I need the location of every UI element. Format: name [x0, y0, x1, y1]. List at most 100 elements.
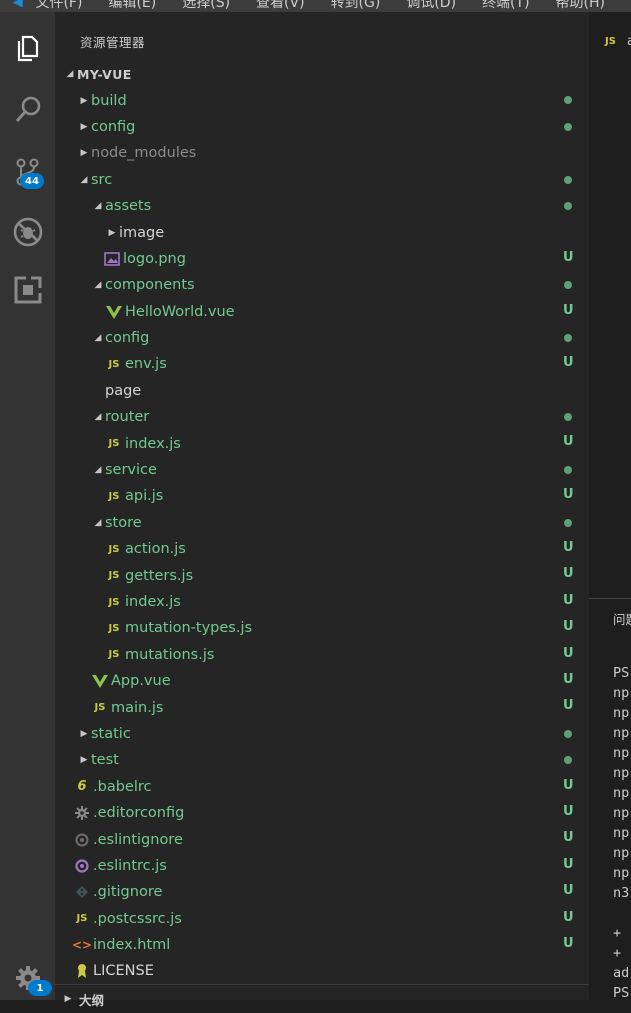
tree-file-editorconfig[interactable]: .editorconfig U	[55, 800, 589, 826]
tree-folder-src[interactable]: ◢ src	[55, 167, 589, 193]
untracked-status: U	[563, 803, 574, 819]
folder-label: store	[105, 514, 142, 531]
file-label: .eslintrc.js	[93, 857, 167, 874]
menu-debug[interactable]: 调试(D)	[406, 0, 456, 12]
tree-folder-service[interactable]: ◢ service	[55, 457, 589, 483]
file-label: mutation-types.js	[125, 620, 253, 637]
tree-file-gitignore[interactable]: .gitignore U	[55, 879, 589, 905]
menu-file[interactable]: 文件(F)	[35, 0, 82, 12]
settings-update-badge: 1	[28, 980, 52, 996]
tree-file-eslintignore[interactable]: .eslintignore U	[55, 826, 589, 852]
tree-file-helloworld-vue[interactable]: HelloWorld.vue U	[55, 299, 589, 325]
file-tree: ◢ MY-VUE ▶ build ▶ config ▶ node_modules…	[55, 61, 589, 985]
editor-area[interactable]	[589, 64, 631, 598]
eslint-file-icon	[71, 857, 93, 875]
tree-folder-store[interactable]: ◢ store	[55, 510, 589, 536]
terminal-output[interactable]: PS np np np np np np np np np np n3 + + …	[613, 663, 629, 1000]
tree-file-api-js[interactable]: JS api.js U	[55, 483, 589, 509]
bottom-panel: 问题 PS np np np np np np np np np np n3 +…	[589, 598, 631, 1000]
terminal-line: ad	[613, 965, 630, 981]
explorer-activity-button[interactable]	[0, 24, 55, 72]
chevron-right-icon: ▶	[80, 148, 88, 159]
tree-file-env-js[interactable]: JS env.js U	[55, 351, 589, 377]
tree-folder-router[interactable]: ◢ router	[55, 404, 589, 430]
tree-folder-image[interactable]: ▶ image	[55, 219, 589, 245]
workspace-root[interactable]: ◢ MY-VUE	[55, 61, 589, 87]
tree-file-eslintrc-js[interactable]: .eslintrc.js U	[55, 853, 589, 879]
tree-file-getters-js[interactable]: JS getters.js U	[55, 562, 589, 588]
scm-count-badge: 44	[20, 173, 44, 189]
tree-folder-static[interactable]: ▶ static	[55, 721, 589, 747]
folder-label: router	[105, 409, 150, 426]
menu-terminal[interactable]: 终端(T)	[482, 0, 529, 12]
tree-file-main-js[interactable]: JS main.js U	[55, 694, 589, 720]
tree-file-index-html[interactable]: <> index.html U	[55, 932, 589, 958]
tree-file-postcssrc-js[interactable]: JS .postcssrc.js U	[55, 906, 589, 932]
file-label: App.vue	[111, 673, 171, 690]
js-file-icon: JS	[605, 36, 616, 47]
file-label: LICENSE	[93, 963, 154, 980]
tree-folder-config[interactable]: ▶ config	[55, 114, 589, 140]
folder-label: image	[119, 224, 165, 241]
chevron-right-icon: ▶	[80, 755, 88, 766]
js-file-icon: JS	[108, 490, 120, 502]
js-file-icon: JS	[108, 438, 120, 450]
untracked-status: U	[563, 619, 574, 635]
eslint-ignore-file-icon	[71, 831, 93, 849]
js-file-icon: JS	[94, 702, 106, 714]
tree-folder-build[interactable]: ▶ build	[55, 87, 589, 113]
tree-folder-src-config[interactable]: ◢ config	[55, 325, 589, 351]
explorer-sidebar: 资源管理器 ◢ MY-VUE ▶ build ▶ config ▶ node_m…	[55, 12, 589, 1008]
tree-file-app-vue[interactable]: App.vue U	[55, 668, 589, 694]
activity-bar: 44 1	[0, 12, 55, 1000]
git-modified-dot	[564, 413, 572, 422]
menu-view[interactable]: 查看(V)	[256, 0, 305, 12]
untracked-status: U	[563, 671, 574, 687]
tree-file-store-index-js[interactable]: JS index.js U	[55, 589, 589, 615]
untracked-status: U	[563, 487, 574, 503]
terminal-line: np	[613, 785, 630, 801]
folder-label: service	[105, 462, 157, 479]
tree-folder-node-modules[interactable]: ▶ node_modules	[55, 140, 589, 166]
untracked-status: U	[563, 856, 574, 872]
chevron-right-icon: ▶	[80, 728, 88, 739]
file-label: .babelrc	[93, 778, 152, 795]
tree-file-babelrc[interactable]: 6 .babelrc U	[55, 774, 589, 800]
tree-folder-assets[interactable]: ◢ assets	[55, 193, 589, 219]
tree-file-mutation-types-js[interactable]: JS mutation-types.js U	[55, 615, 589, 641]
tree-file-logo-png[interactable]: logo.png U	[55, 246, 589, 272]
tree-file-mutations-js[interactable]: JS mutations.js U	[55, 642, 589, 668]
tree-folder-page[interactable]: page	[55, 378, 589, 404]
untracked-status: U	[563, 355, 574, 371]
search-activity-button[interactable]	[0, 86, 55, 134]
tree-folder-test[interactable]: ▶ test	[55, 747, 589, 773]
chevron-right-icon: ▶	[108, 227, 116, 238]
tree-file-action-js[interactable]: JS action.js U	[55, 536, 589, 562]
outline-section-header[interactable]: ▶ 大纲	[55, 984, 589, 1013]
git-modified-dot	[564, 175, 572, 184]
debug-activity-button[interactable]	[0, 208, 55, 256]
terminal-line: np	[613, 845, 630, 861]
terminal-line: np	[613, 825, 630, 841]
search-icon	[15, 96, 40, 122]
tree-folder-components[interactable]: ◢ components	[55, 272, 589, 298]
js-file-icon: JS	[108, 622, 120, 634]
folder-label: config	[105, 330, 150, 347]
menu-goto[interactable]: 转到(G)	[331, 0, 381, 12]
no-bug-icon	[13, 217, 42, 247]
menu-selection[interactable]: 选择(S)	[182, 0, 230, 12]
vscode-logo-icon: ◀	[12, 0, 23, 10]
js-file-icon: JS	[108, 570, 120, 582]
tree-file-router-index-js[interactable]: JS index.js U	[55, 430, 589, 456]
menu-edit[interactable]: 编辑(E)	[108, 0, 156, 12]
menu-help[interactable]: 帮助(H)	[556, 0, 605, 12]
untracked-status: U	[563, 592, 574, 608]
file-label: index.html	[93, 937, 171, 954]
untracked-status: U	[563, 909, 574, 925]
tree-file-license[interactable]: LICENSE	[55, 958, 589, 984]
file-label: env.js	[125, 356, 167, 373]
extensions-activity-button[interactable]	[0, 266, 55, 314]
tab-problems[interactable]: 问题	[613, 609, 631, 628]
untracked-status: U	[563, 883, 574, 899]
terminal-line: np	[613, 765, 630, 781]
